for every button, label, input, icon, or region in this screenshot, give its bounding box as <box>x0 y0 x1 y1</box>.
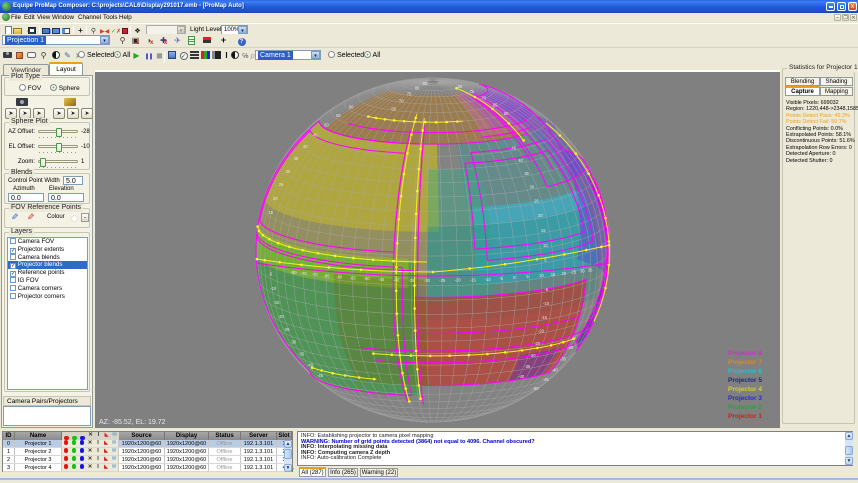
svg-text:-5: -5 <box>268 272 272 277</box>
svg-text:-25: -25 <box>283 327 290 332</box>
svg-text:-35: -35 <box>408 278 415 283</box>
svg-text:-5: -5 <box>544 287 548 292</box>
svg-text:-40: -40 <box>393 277 400 282</box>
svg-text:-50: -50 <box>364 276 371 281</box>
svg-text:-30: -30 <box>424 278 431 283</box>
svg-text:-60: -60 <box>336 274 343 279</box>
svg-text:-10: -10 <box>543 301 550 306</box>
svg-text:40: 40 <box>518 158 523 163</box>
svg-text:50: 50 <box>324 122 329 127</box>
svg-text:35: 35 <box>588 268 593 273</box>
svg-text:45: 45 <box>313 133 318 138</box>
svg-text:-45: -45 <box>378 277 385 282</box>
svg-text:40: 40 <box>303 144 308 149</box>
svg-text:60: 60 <box>504 111 509 116</box>
svg-text:15: 15 <box>541 228 546 233</box>
svg-text:-35: -35 <box>524 364 531 369</box>
svg-text:-35: -35 <box>298 352 305 357</box>
svg-text:25: 25 <box>279 182 284 187</box>
svg-text:-45: -45 <box>543 377 550 382</box>
svg-text:-45: -45 <box>317 373 324 378</box>
svg-text:-20: -20 <box>538 328 545 333</box>
svg-text:-10: -10 <box>270 286 277 291</box>
svg-text:-65: -65 <box>324 273 331 278</box>
svg-text:-50: -50 <box>533 386 540 391</box>
svg-text:70: 70 <box>481 95 486 100</box>
svg-text:-15: -15 <box>541 315 548 320</box>
svg-text:-55: -55 <box>350 275 357 280</box>
svg-text:20: 20 <box>562 271 567 276</box>
svg-text:-40: -40 <box>307 363 314 368</box>
svg-text:-80: -80 <box>291 270 298 275</box>
svg-text:35: 35 <box>524 171 529 176</box>
svg-text:60: 60 <box>349 104 354 109</box>
svg-text:-25: -25 <box>439 278 446 283</box>
svg-text:85: 85 <box>423 81 428 86</box>
svg-text:-10: -10 <box>485 277 492 282</box>
svg-text:-5: -5 <box>499 276 503 281</box>
svg-text:30: 30 <box>286 169 291 174</box>
svg-text:-40: -40 <box>552 367 559 372</box>
svg-text:15: 15 <box>268 210 273 215</box>
svg-text:-35: -35 <box>560 357 567 362</box>
svg-text:65: 65 <box>391 106 396 111</box>
svg-text:30: 30 <box>530 185 535 190</box>
svg-text:-15: -15 <box>470 277 477 282</box>
svg-text:-70: -70 <box>312 272 319 277</box>
svg-text:45: 45 <box>511 145 516 150</box>
svg-text:-30: -30 <box>567 345 574 350</box>
svg-text:10: 10 <box>543 243 548 248</box>
svg-text:80: 80 <box>415 86 420 91</box>
svg-text:-20: -20 <box>455 278 462 283</box>
svg-text:10: 10 <box>539 273 544 278</box>
svg-text:15: 15 <box>551 272 556 277</box>
svg-text:-20: -20 <box>278 314 285 319</box>
svg-text:55: 55 <box>336 113 341 118</box>
svg-text:80: 80 <box>458 84 463 89</box>
svg-text:-75: -75 <box>301 271 308 276</box>
svg-text:-15: -15 <box>273 300 280 305</box>
svg-text:20: 20 <box>538 213 543 218</box>
svg-text:-30: -30 <box>530 353 537 358</box>
svg-text:20: 20 <box>273 196 278 201</box>
svg-text:75: 75 <box>470 89 475 94</box>
svg-text:-40: -40 <box>518 374 525 379</box>
svg-text:70: 70 <box>399 98 404 103</box>
svg-text:-25: -25 <box>534 341 541 346</box>
svg-text:25: 25 <box>571 270 576 275</box>
svg-text:-30: -30 <box>290 340 297 345</box>
svg-text:25: 25 <box>534 199 539 204</box>
svg-text:35: 35 <box>294 156 299 161</box>
svg-text:75: 75 <box>407 91 412 96</box>
svg-text:30: 30 <box>580 269 585 274</box>
svg-text:65: 65 <box>493 103 498 108</box>
